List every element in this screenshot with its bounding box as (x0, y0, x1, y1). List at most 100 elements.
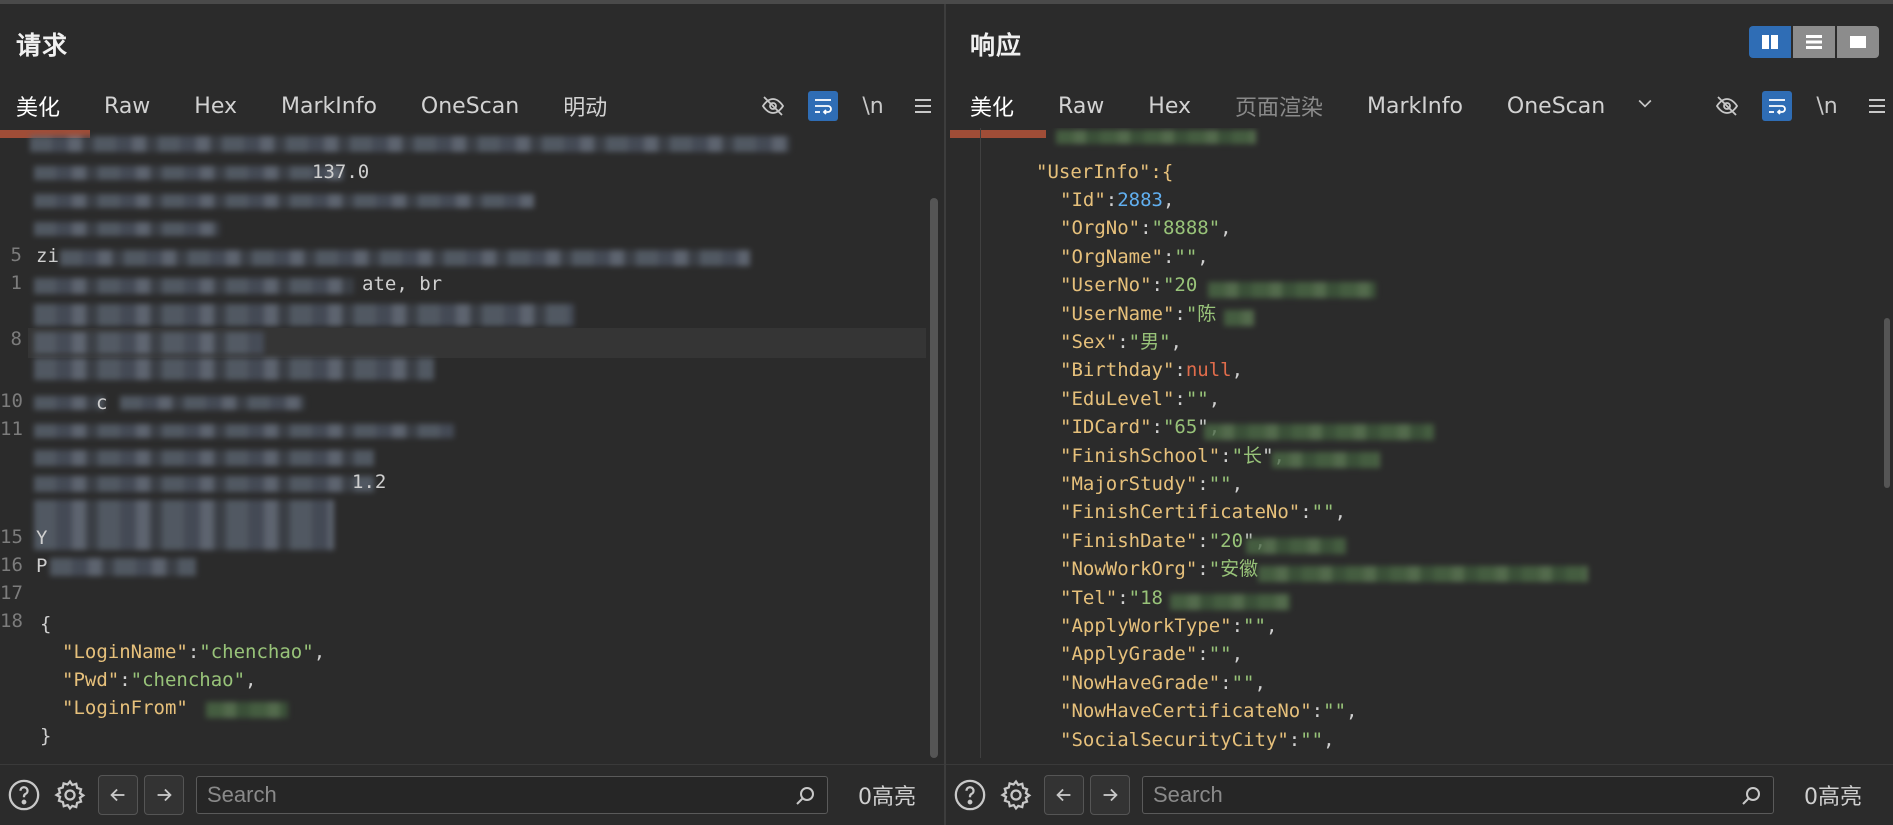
request-fragment: Y (36, 527, 48, 549)
line-number: 17 (0, 582, 23, 604)
stacked-layout-button[interactable] (1793, 26, 1835, 58)
request-scrollbar[interactable] (930, 198, 938, 758)
request-tab-beautify[interactable]: 美化 (0, 90, 82, 122)
response-tab-raw[interactable]: Raw (1036, 94, 1126, 119)
search-icon[interactable] (793, 784, 817, 808)
json-line: "OrgName":"", (1060, 245, 1209, 268)
hamburger-menu-icon[interactable] (1862, 91, 1892, 121)
request-fragment: ate, br (362, 273, 443, 295)
request-title: 请求 (16, 31, 69, 60)
request-tab-onescan[interactable]: OneScan (399, 94, 541, 119)
gear-icon[interactable] (998, 777, 1034, 813)
request-editor[interactable]: 137.0 zi ate, br c 1.2 Y P 5 1 8 10 11 1… (0, 128, 944, 758)
redacted-text (1258, 566, 1588, 582)
newline-toggle[interactable]: \n (858, 91, 888, 121)
redacted-text (34, 358, 434, 380)
json-line: "FinishDate":"20", (1060, 529, 1266, 552)
request-tab-raw[interactable]: Raw (82, 94, 172, 119)
line-number: 11 (0, 418, 23, 440)
single-pane-layout-button[interactable] (1837, 26, 1879, 58)
json-line: "Id":2883, (1060, 189, 1175, 211)
word-wrap-icon[interactable] (1762, 91, 1792, 121)
json-line: "Sex":"男", (1060, 331, 1182, 353)
redacted-text (34, 304, 574, 326)
line-number: 1 (10, 272, 22, 294)
previous-match-button[interactable] (1044, 775, 1084, 815)
response-scrollbar[interactable] (1884, 318, 1890, 488)
eye-off-icon[interactable] (758, 91, 788, 121)
request-fragment: zi (36, 245, 59, 267)
json-line: "ApplyGrade":"", (1060, 643, 1244, 666)
redacted-text (206, 702, 288, 718)
redacted-text (1208, 282, 1376, 298)
redacted-text (34, 278, 354, 294)
json-line: "EduLevel":"", (1060, 387, 1221, 410)
json-line: "FinishSchool":"长", (1060, 444, 1285, 467)
request-tab-markinfo[interactable]: MarkInfo (259, 94, 399, 119)
request-fragment: P (36, 555, 48, 577)
request-search-bar: 0高亮 (0, 764, 944, 825)
response-title: 响应 (970, 31, 1023, 60)
json-line: "NowHaveGrade":"", (1060, 671, 1266, 694)
redacted-text (34, 194, 534, 208)
redacted-text (1246, 538, 1346, 554)
request-tab-hex[interactable]: Hex (172, 94, 259, 119)
eye-off-icon[interactable] (1712, 91, 1742, 121)
next-match-button[interactable] (1090, 775, 1130, 815)
redacted-text (1056, 130, 1256, 144)
line-number: 16 (0, 554, 23, 576)
json-line: "Tel":"18 (1060, 586, 1163, 609)
json-line: "FinishCertificateNo":"", (1060, 501, 1347, 524)
response-search-bar: 0高亮 (946, 764, 1893, 825)
request-tab-mingdong[interactable]: 明动 (541, 90, 629, 122)
json-line: "LoginName":"chenchao", (62, 641, 326, 663)
redacted-text (34, 396, 104, 410)
redacted-text (34, 424, 454, 438)
response-editor[interactable]: "UserInfo":{ "Id":2883, "OrgNo":"8888", "O… (946, 128, 1893, 758)
json-brace-close: } (40, 725, 52, 747)
json-brace-open: { (40, 613, 52, 635)
line-number: 10 (0, 390, 23, 412)
request-highlight-count: 0高亮 (858, 785, 916, 810)
next-match-button[interactable] (144, 775, 184, 815)
redacted-text (34, 332, 264, 354)
previous-match-button[interactable] (98, 775, 138, 815)
json-line: "UserName":"陈 (1060, 302, 1217, 325)
redacted-text (1170, 594, 1290, 610)
response-pane: 响应 美化 Raw Hex 页面渲染 MarkInfo OneScan \n "… (946, 4, 1893, 825)
response-tab-hex[interactable]: Hex (1126, 94, 1213, 119)
redacted-text (30, 136, 790, 152)
layout-toggle (1749, 26, 1879, 58)
redacted-text (1272, 452, 1380, 468)
response-tab-onescan[interactable]: OneScan (1485, 94, 1627, 119)
redacted-text (34, 222, 220, 236)
json-line: "LoginFrom" (62, 697, 188, 719)
request-pane: 请求 美化 Raw Hex MarkInfo OneScan 明动 \n 137… (0, 4, 944, 825)
hamburger-menu-icon[interactable] (908, 91, 938, 121)
response-tab-beautify[interactable]: 美化 (946, 90, 1036, 122)
line-number: 5 (10, 244, 22, 266)
help-circle-icon[interactable] (6, 777, 42, 813)
response-tab-markinfo[interactable]: MarkInfo (1345, 94, 1485, 119)
response-tab-render[interactable]: 页面渲染 (1213, 90, 1345, 122)
request-fragment: 1.2 (352, 471, 387, 493)
request-fragment: c (96, 392, 108, 414)
response-search-box (1142, 776, 1774, 814)
json-line: "SocialSecurityCity":"", (1060, 728, 1335, 751)
json-line: "IDCard":"65", (1060, 416, 1220, 439)
gear-icon[interactable] (52, 777, 88, 813)
json-line: "MajorStudy":"", (1060, 473, 1244, 495)
request-search-input[interactable] (197, 782, 827, 808)
line-number: 8 (10, 328, 22, 350)
redacted-text (1204, 424, 1434, 440)
word-wrap-icon[interactable] (808, 91, 838, 121)
search-icon[interactable] (1739, 784, 1763, 808)
help-circle-icon[interactable] (952, 777, 988, 813)
chevron-down-icon[interactable] (1627, 93, 1663, 119)
newline-toggle[interactable]: \n (1812, 91, 1842, 121)
json-line: "NowHaveCertificateNo":"", (1060, 700, 1358, 723)
side-by-side-layout-button[interactable] (1749, 26, 1791, 58)
line-number: 15 (0, 526, 23, 548)
response-tabs: 美化 Raw Hex 页面渲染 MarkInfo OneScan (946, 88, 1663, 124)
response-search-input[interactable] (1143, 782, 1773, 808)
